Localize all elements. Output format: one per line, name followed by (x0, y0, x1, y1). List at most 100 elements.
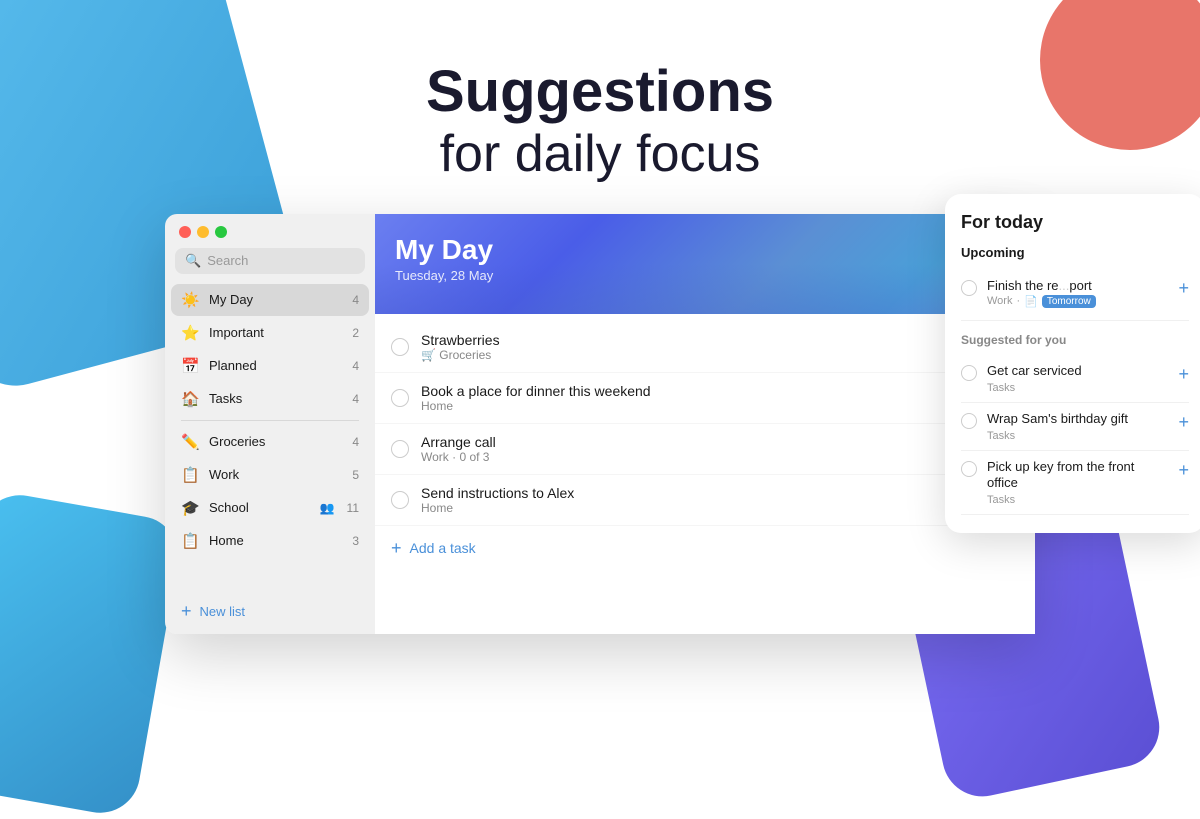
suggestion-item[interactable]: Pick up key from the front office Tasks … (961, 451, 1189, 516)
sidebar-item-count: 11 (347, 501, 359, 515)
suggestion-list: Tasks (987, 430, 1015, 442)
sidebar: 🔍 Search ☀️ My Day 4 ⭐ Important 2 📅 Pla… (165, 214, 375, 634)
sidebar-item-my-day[interactable]: ☀️ My Day 4 (171, 284, 369, 316)
task-item[interactable]: Book a place for dinner this weekend Hom… (375, 373, 1035, 424)
upcoming-checkbox[interactable] (961, 280, 977, 296)
task-name: Strawberries (421, 332, 993, 348)
sidebar-nav: ☀️ My Day 4 ⭐ Important 2 📅 Planned 4 🏠 … (165, 284, 375, 593)
suggestion-checkbox[interactable] (961, 461, 977, 477)
suggestion-list: Tasks (987, 494, 1015, 506)
task-item[interactable]: Send instructions to Alex Home ☆ (375, 475, 1035, 526)
task-info: Arrange call Work · 0 of 3 (421, 434, 993, 464)
task-item[interactable]: Strawberries 🛒 Groceries ☆ (375, 322, 1035, 373)
sidebar-item-school-label: School (209, 500, 310, 515)
graduation-icon: 🎓 (181, 499, 199, 517)
task-sub: Home (421, 501, 993, 515)
suggestion-name: Get car serviced (987, 363, 1168, 380)
my-day-date: Tuesday, 28 May (395, 268, 493, 283)
suggestion-item[interactable]: Get car serviced Tasks + (961, 355, 1189, 403)
suggestion-meta: Tasks (987, 382, 1168, 394)
new-list-button[interactable]: + New list (165, 593, 375, 634)
add-suggestion-button[interactable]: + (1178, 412, 1189, 433)
search-icon: 🔍 (185, 253, 201, 269)
sidebar-item-school[interactable]: 🎓 School 👥 11 (171, 492, 369, 524)
my-day-header: My Day Tuesday, 28 May ✨ (375, 214, 1035, 314)
doc-icon: 📄 (1024, 295, 1038, 308)
search-bar[interactable]: 🔍 Search (175, 248, 365, 274)
star-icon: ⭐ (181, 324, 199, 342)
new-list-label: New list (200, 604, 246, 619)
sidebar-item-label: Planned (209, 358, 342, 373)
dot-separator: · (1016, 295, 1020, 307)
task-name: Arrange call (421, 434, 993, 450)
sidebar-item-count: 4 (352, 392, 359, 406)
add-upcoming-button[interactable]: + (1178, 278, 1189, 299)
headline-line2: for daily focus (426, 124, 774, 184)
suggestion-item[interactable]: Wrap Sam's birthday gift Tasks + (961, 403, 1189, 451)
list2-icon: 📋 (181, 532, 199, 550)
my-day-icon: ☀️ (181, 291, 199, 309)
upcoming-item[interactable]: Finish the re...port Work · 📄 Tomorrow + (961, 270, 1189, 321)
task-sub: Work · 0 of 3 (421, 450, 993, 464)
upcoming-label: Upcoming (961, 245, 1189, 260)
tomorrow-badge: Tomorrow (1042, 295, 1096, 308)
sidebar-item-count: 3 (352, 534, 359, 548)
task-checkbox[interactable] (391, 491, 409, 509)
suggestion-info: Wrap Sam's birthday gift Tasks (987, 411, 1168, 442)
suggestion-name: Wrap Sam's birthday gift (987, 411, 1168, 428)
sidebar-item-count: 4 (352, 359, 359, 373)
add-suggestion-button[interactable]: + (1178, 460, 1189, 481)
sidebar-item-label: Tasks (209, 391, 342, 406)
task-info: Strawberries 🛒 Groceries (421, 332, 993, 362)
task-checkbox[interactable] (391, 389, 409, 407)
list-icon: 📋 (181, 466, 199, 484)
add-suggestion-button[interactable]: + (1178, 364, 1189, 385)
add-task-button[interactable]: + Add a task (375, 526, 1035, 571)
sidebar-item-count: 2 (352, 326, 359, 340)
calendar-icon: 📅 (181, 357, 199, 375)
my-day-title: My Day (395, 234, 493, 266)
upcoming-list: Work (987, 295, 1012, 307)
task-item[interactable]: Arrange call Work · 0 of 3 ☆ (375, 424, 1035, 475)
home-icon: 🏠 (181, 390, 199, 408)
sidebar-divider (181, 420, 359, 421)
minimize-button[interactable] (197, 226, 209, 238)
task-list: Strawberries 🛒 Groceries ☆ Book a place … (375, 314, 1035, 634)
sidebar-item-label: My Day (209, 292, 342, 307)
sidebar-item-home[interactable]: 📋 Home 3 (171, 525, 369, 557)
task-sub: 🛒 Groceries (421, 348, 993, 362)
pencil-icon: ✏️ (181, 433, 199, 451)
search-label: Search (207, 253, 248, 268)
suggested-label: Suggested for you (961, 333, 1189, 347)
suggestion-checkbox[interactable] (961, 365, 977, 381)
suggestion-info: Pick up key from the front office Tasks (987, 459, 1168, 507)
sidebar-item-work-label: Work (209, 467, 342, 482)
plus-icon: + (181, 601, 192, 622)
task-info: Book a place for dinner this weekend Hom… (421, 383, 993, 413)
sidebar-item-count: 4 (352, 293, 359, 307)
sidebar-item-important[interactable]: ⭐ Important 2 (171, 317, 369, 349)
upcoming-info: Finish the re...port Work · 📄 Tomorrow (987, 278, 1168, 308)
upcoming-name: Finish the re...port (987, 278, 1168, 293)
sidebar-item-count: 4 (352, 435, 359, 449)
sidebar-item-work[interactable]: 📋 Work 5 (171, 459, 369, 491)
main-content: My Day Tuesday, 28 May ✨ Strawberries 🛒 … (375, 214, 1035, 634)
suggestion-checkbox[interactable] (961, 413, 977, 429)
sidebar-item-count: 5 (352, 468, 359, 482)
suggestion-meta: Tasks (987, 430, 1168, 442)
titlebar (165, 214, 375, 248)
maximize-button[interactable] (215, 226, 227, 238)
sidebar-item-groceries[interactable]: ✏️ Groceries 4 (171, 426, 369, 458)
suggestion-list: Tasks (987, 382, 1015, 394)
suggestion-name: Pick up key from the front office (987, 459, 1168, 493)
for-today-title: For today (961, 212, 1189, 233)
task-checkbox[interactable] (391, 338, 409, 356)
sidebar-item-planned[interactable]: 📅 Planned 4 (171, 350, 369, 382)
sidebar-item-label: Important (209, 325, 342, 340)
close-button[interactable] (179, 226, 191, 238)
plus-icon: + (391, 538, 402, 559)
task-checkbox[interactable] (391, 440, 409, 458)
headline-line1: Suggestions (426, 60, 774, 124)
sidebar-item-tasks[interactable]: 🏠 Tasks 4 (171, 383, 369, 415)
upcoming-meta: Work · 📄 Tomorrow (987, 295, 1168, 308)
